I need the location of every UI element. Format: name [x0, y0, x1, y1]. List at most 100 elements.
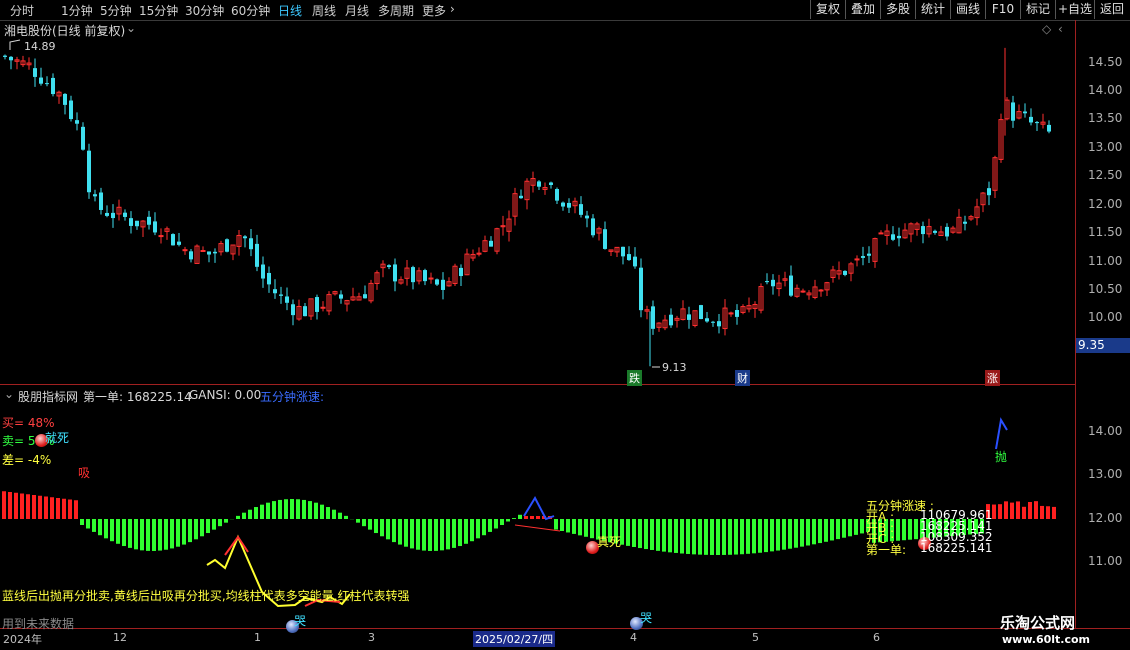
candle-body [428, 277, 434, 280]
candle-body [273, 289, 277, 294]
candle-body [867, 253, 871, 256]
energy-bar [104, 519, 108, 539]
energy-bar [488, 519, 492, 532]
candle-body [51, 77, 55, 95]
candle-body [9, 56, 13, 61]
energy-bar [530, 516, 534, 519]
candle-body [99, 192, 103, 210]
energy-bar [494, 519, 498, 529]
candle-body [897, 235, 901, 239]
energy-bar [842, 519, 846, 538]
energy-bar [680, 519, 684, 554]
energy-bar [26, 494, 30, 519]
energy-bar [362, 519, 366, 527]
candle-body [585, 215, 589, 219]
x-tick: 6 [873, 631, 880, 644]
candle-body [687, 314, 691, 320]
candle-body [33, 68, 37, 77]
candle-body [411, 267, 415, 283]
candle-body [728, 312, 734, 315]
indicator-settings-icon[interactable]: ⌄ [4, 387, 14, 401]
candle-body [225, 239, 229, 252]
energy-bar [692, 519, 696, 555]
energy-bar [758, 519, 762, 553]
candle-body [279, 294, 283, 296]
red-signal-line [514, 524, 561, 532]
energy-bar [578, 519, 582, 536]
energy-bar [218, 519, 222, 527]
energy-bar [242, 512, 246, 519]
energy-bar [200, 519, 204, 537]
watermark-site: www.60lt.com [1002, 633, 1091, 646]
energy-bar [518, 514, 522, 519]
cai-marker[interactable]: 财 [735, 370, 750, 386]
candle-body [387, 265, 391, 267]
energy-bar [50, 497, 54, 519]
blue-signal-line [995, 417, 1008, 450]
energy-bar [524, 516, 528, 519]
zhang-marker[interactable]: 涨 [985, 370, 1000, 386]
candle-body [182, 249, 188, 252]
energy-bar [374, 519, 378, 534]
low-price-label: 9.13 [662, 361, 687, 374]
energy-bar [38, 495, 42, 519]
die-marker[interactable]: 跌 [627, 370, 642, 386]
energy-bar [584, 519, 588, 537]
energy-bar [1022, 506, 1026, 519]
candle-body [921, 226, 925, 235]
energy-bar [272, 501, 276, 519]
diamond-icon[interactable]: ◇ [1042, 22, 1051, 36]
y-tick: 13.00 [1088, 140, 1123, 154]
candle-body [249, 238, 253, 250]
candle-body [818, 289, 824, 292]
energy-bar [338, 512, 342, 519]
energy-bar [668, 519, 672, 553]
last-price-tag: 9.35 [1076, 338, 1130, 353]
candle-body [519, 195, 523, 199]
energy-bar [674, 519, 678, 553]
energy-bar [902, 519, 906, 541]
energy-bar [764, 519, 768, 553]
energy-bar [8, 492, 12, 519]
energy-bar [398, 519, 402, 545]
collapse-icon[interactable]: ‹ [1058, 22, 1063, 36]
candle-body [339, 294, 343, 299]
energy-bar [836, 519, 840, 540]
xi-label: 吸 [78, 466, 91, 480]
candle-body [320, 306, 326, 309]
pao-label: 抛 [995, 450, 1008, 464]
candle-body [537, 181, 541, 187]
energy-bar [722, 519, 726, 555]
energy-bar [590, 519, 594, 539]
candle-body [669, 314, 673, 326]
energy-bar [314, 502, 318, 519]
energy-bar [830, 519, 834, 541]
energy-bar [854, 519, 858, 535]
energy-bar [332, 509, 336, 519]
ind-y-tick: 13.00 [1088, 467, 1123, 481]
crosshair-date: 2025/02/27/四 [473, 631, 556, 647]
candle-body [705, 318, 709, 322]
y-tick: 14.50 [1088, 55, 1123, 69]
energy-bar [368, 519, 372, 530]
candle-body [1035, 122, 1039, 124]
energy-bar [278, 499, 282, 519]
candle-body [81, 126, 85, 150]
energy-bar [896, 519, 900, 541]
energy-bar [650, 519, 654, 550]
candle-body [200, 250, 206, 253]
x-tick: 12 [113, 631, 127, 644]
candle-body [243, 236, 247, 239]
candle-body [963, 221, 967, 224]
energy-bar [476, 519, 480, 539]
candle-body [933, 230, 937, 233]
candle-body [75, 120, 79, 124]
candle-body [549, 182, 553, 185]
blue-signal-line [523, 495, 555, 521]
zhensi-label: 真死 [597, 535, 622, 549]
candle-body [591, 218, 595, 236]
title-dropdown-icon[interactable]: ⌄ [126, 21, 136, 35]
energy-bar [1016, 501, 1020, 519]
candle-body [213, 251, 217, 254]
candle-body [717, 321, 721, 327]
